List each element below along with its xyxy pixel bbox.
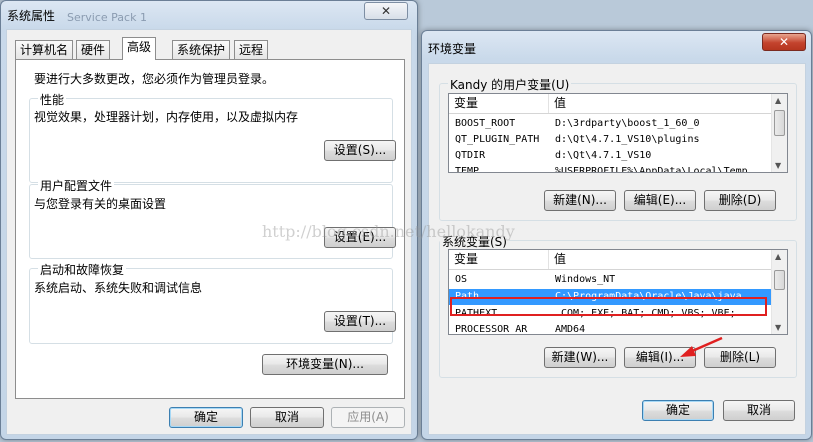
path-highlight-box (450, 297, 767, 316)
table-row[interactable]: BOOST_ROOT D:\3rdparty\boost_1_60_0 (449, 116, 773, 132)
startup-recovery-desc: 系统启动、系统失败和调试信息 (34, 281, 203, 295)
scroll-down-arrow-icon[interactable]: ▼ (775, 161, 781, 170)
scroll-down-arrow-icon[interactable]: ▼ (775, 323, 781, 332)
user-profile-settings-button[interactable]: 设置(E)... (324, 227, 396, 248)
admin-note: 要进行大多数更改，您必须作为管理员登录。 (34, 72, 275, 86)
tab-remote[interactable]: 远程 (234, 40, 269, 60)
variable-value: d:\Qt\4.7.1_VS10\plugins (555, 134, 700, 145)
performance-title: 性能 (38, 91, 67, 108)
variable-value: d:\Qt\4.7.1_VS10 (555, 150, 652, 161)
vertical-scrollbar[interactable]: ▲ ▼ (771, 94, 787, 172)
user-variables-group: Kandy 的用户变量(U) 变量 值 BOOST_ROOT D:\3rdpar… (439, 76, 797, 221)
table-row[interactable]: PROCESSOR_AR AMD64 (449, 322, 773, 335)
startup-recovery-title: 启动和故障恢复 (38, 261, 127, 278)
close-button[interactable]: ✕ (762, 33, 806, 51)
cancel-button[interactable]: 取消 (250, 407, 324, 428)
table-row[interactable]: QT_PLUGIN_PATH d:\Qt\4.7.1_VS10\plugins (449, 132, 773, 148)
environment-variables-button[interactable]: 环境变量(N)... (262, 354, 388, 375)
user-edit-button[interactable]: 编辑(E)... (624, 190, 696, 211)
system-variables-label: 系统变量(S) (440, 233, 509, 250)
cancel-button[interactable]: 取消 (723, 400, 795, 421)
window-title: 系统属性 (7, 9, 56, 23)
column-header-variable[interactable]: 变量 (449, 250, 549, 269)
user-profile-title: 用户配置文件 (38, 177, 115, 194)
tab-hardware[interactable]: 硬件 (76, 40, 111, 60)
user-variables-label: Kandy 的用户变量(U) (448, 76, 572, 93)
variable-value: D:\3rdparty\boost_1_60_0 (555, 118, 700, 129)
performance-settings-button[interactable]: 设置(S)... (324, 140, 396, 161)
variable-value: Windows_NT (555, 274, 616, 285)
vertical-scrollbar[interactable]: ▲ ▼ (771, 250, 787, 334)
variable-name: OS (455, 274, 468, 285)
background-window-title: Service Pack 1 (67, 11, 147, 24)
apply-button[interactable]: 应用(A) (331, 407, 405, 428)
column-header-value[interactable]: 值 (549, 94, 773, 113)
tab-advanced[interactable]: 高级 (122, 37, 157, 60)
list-header: 变量 值 (449, 94, 773, 114)
ok-button[interactable]: 确定 (169, 407, 243, 428)
scroll-up-arrow-icon[interactable]: ▲ (775, 96, 781, 105)
performance-group: 性能 视觉效果，处理器计划，内存使用，以及虚拟内存 设置(S)... (29, 91, 396, 183)
system-variables-list[interactable]: 变量 值 OS Windows_NT Path C:\ProgramData\O… (448, 249, 788, 335)
ok-button[interactable]: 确定 (642, 400, 714, 421)
user-profile-group: 用户配置文件 与您登录有关的桌面设置 设置(E)... (29, 177, 396, 259)
variable-name: QTDIR (455, 150, 486, 161)
environment-variables-window: 环境变量 ✕ Kandy 的用户变量(U) 变量 值 BOOST_ROOT D:… (421, 30, 812, 440)
list-header: 变量 值 (449, 250, 773, 270)
advanced-tab-panel: 要进行大多数更改，您必须作为管理员登录。 性能 视觉效果，处理器计划，内存使用，… (15, 59, 405, 399)
variable-value: AMD64 (555, 324, 586, 335)
variable-name: TEMP (455, 166, 480, 173)
system-properties-window: 系统属性 Service Pack 1 ✕ 计算机名 硬件 高级 系统保护 远程… (0, 0, 418, 440)
variable-name: PROCESSOR_AR (455, 324, 528, 335)
startup-settings-button[interactable]: 设置(T)... (324, 311, 396, 332)
performance-desc: 视觉效果，处理器计划，内存使用，以及虚拟内存 (34, 110, 299, 124)
system-edit-button[interactable]: 编辑(I)... (624, 347, 696, 368)
tab-computer-name[interactable]: 计算机名 (15, 40, 74, 60)
startup-recovery-group: 启动和故障恢复 系统启动、系统失败和调试信息 设置(T)... (29, 261, 396, 344)
table-row[interactable]: QTDIR d:\Qt\4.7.1_VS10 (449, 148, 773, 164)
scroll-thumb[interactable] (774, 270, 785, 290)
column-header-value[interactable]: 值 (549, 250, 773, 269)
table-row[interactable]: TEMP %USERPROFILE%\AppData\Local\Temp (449, 164, 773, 173)
user-variables-list[interactable]: 变量 值 BOOST_ROOT D:\3rdparty\boost_1_60_0… (448, 93, 788, 173)
variable-value: %USERPROFILE%\AppData\Local\Temp (555, 166, 748, 173)
scroll-up-arrow-icon[interactable]: ▲ (775, 252, 781, 261)
system-new-button[interactable]: 新建(W)... (544, 347, 616, 368)
system-delete-button[interactable]: 删除(L) (704, 347, 776, 368)
close-button[interactable]: ✕ (364, 2, 408, 20)
column-header-variable[interactable]: 变量 (449, 94, 549, 113)
user-delete-button[interactable]: 删除(D) (704, 190, 776, 211)
dialog-client-area: 计算机名 硬件 高级 系统保护 远程 要进行大多数更改，您必须作为管理员登录。 … (6, 29, 412, 435)
variable-name: QT_PLUGIN_PATH (455, 134, 540, 145)
window-title: 环境变量 (428, 42, 477, 56)
tab-system-protection[interactable]: 系统保护 (172, 40, 231, 60)
table-row[interactable]: OS Windows_NT (449, 272, 773, 288)
user-new-button[interactable]: 新建(N)... (544, 190, 616, 211)
scroll-thumb[interactable] (774, 110, 785, 136)
dialog-client-area: Kandy 的用户变量(U) 变量 值 BOOST_ROOT D:\3rdpar… (428, 63, 806, 435)
user-profile-desc: 与您登录有关的桌面设置 (34, 197, 167, 211)
variable-name: BOOST_ROOT (455, 118, 516, 129)
